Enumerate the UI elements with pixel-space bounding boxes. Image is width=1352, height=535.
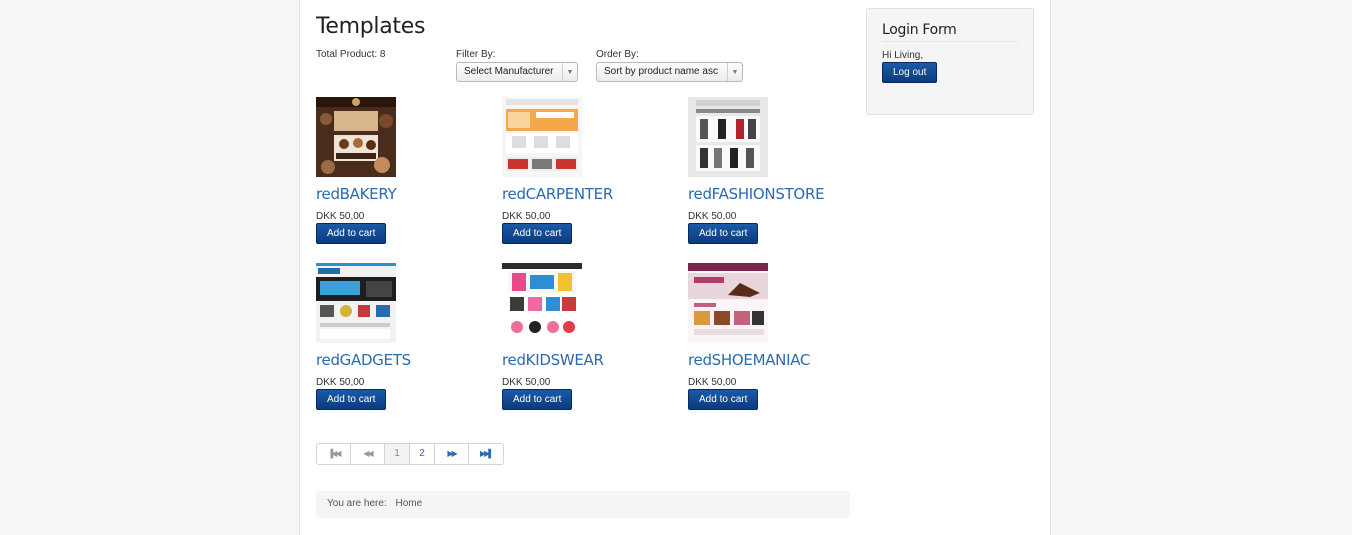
add-to-cart-button[interactable]: Add to cart: [316, 223, 387, 244]
page-1-current: 1: [385, 444, 410, 464]
product-image[interactable]: [688, 263, 768, 343]
add-to-cart-button[interactable]: Add to cart: [316, 389, 387, 410]
product-image[interactable]: [502, 263, 582, 343]
greeting-text: Hi Living,: [882, 50, 924, 61]
product-image[interactable]: [316, 263, 396, 343]
add-to-cart-button[interactable]: Add to cart: [688, 223, 759, 244]
product-name-link[interactable]: redSHOEMANIAC: [688, 351, 858, 369]
product-price: DKK 50,00: [316, 211, 365, 222]
total-products: Total Product: 8: [316, 49, 386, 60]
product-image[interactable]: [316, 97, 396, 177]
manufacturer-select-value: Select Manufacturer: [464, 66, 554, 77]
breadcrumb-home: Home: [395, 498, 423, 509]
logout-button[interactable]: Log out: [882, 62, 938, 83]
chevron-down-icon: ▼: [562, 63, 577, 81]
order-label: Order By:: [596, 49, 639, 60]
product-price: DKK 50,00: [502, 211, 551, 222]
product-name-link[interactable]: redGADGETS: [316, 351, 486, 369]
breadcrumb-prefix: You are here:: [327, 498, 387, 509]
product-item: redKIDSWEAR DKK 50,00 Add to cart: [502, 263, 672, 410]
manufacturer-select[interactable]: Select Manufacturer ▼: [456, 62, 578, 82]
product-item: redSHOEMANIAC DKK 50,00 Add to cart: [688, 263, 858, 410]
product-price: DKK 50,00: [688, 211, 737, 222]
product-name-link[interactable]: redCARPENTER: [502, 185, 672, 203]
filter-label: Filter By:: [456, 49, 496, 60]
product-item: redGADGETS DKK 50,00 Add to cart: [316, 263, 486, 410]
first-page-icon[interactable]: ▐◀◀: [317, 444, 351, 464]
order-select-value: Sort by product name asc: [604, 66, 718, 77]
previous-page-icon[interactable]: ◀◀: [351, 444, 385, 464]
add-to-cart-button[interactable]: Add to cart: [688, 389, 759, 410]
page-2-link[interactable]: 2: [410, 444, 435, 464]
login-form-title: Login Form: [882, 22, 1018, 42]
add-to-cart-button[interactable]: Add to cart: [502, 389, 573, 410]
chevron-down-icon: ▼: [727, 63, 742, 81]
page-title: Templates: [316, 14, 426, 39]
product-item: redFASHIONSTORE DKK 50,00 Add to cart: [688, 97, 858, 244]
pagination: ▐◀◀ ◀◀ 1 2 ▶▶ ▶▶▌: [316, 443, 504, 465]
product-image[interactable]: [502, 97, 582, 177]
product-item: redBAKERY DKK 50,00 Add to cart: [316, 97, 486, 244]
product-price: DKK 50,00: [316, 377, 365, 388]
next-page-icon[interactable]: ▶▶: [435, 444, 469, 464]
product-price: DKK 50,00: [502, 377, 551, 388]
product-name-link[interactable]: redBAKERY: [316, 185, 486, 203]
login-form-module: Login Form Hi Living, Log out: [866, 8, 1034, 115]
product-image[interactable]: [688, 97, 768, 177]
product-name-link[interactable]: redFASHIONSTORE: [688, 185, 858, 203]
product-price: DKK 50,00: [688, 377, 737, 388]
last-page-icon[interactable]: ▶▶▌: [469, 444, 503, 464]
product-item: redCARPENTER DKK 50,00 Add to cart: [502, 97, 672, 244]
breadcrumb: You are here: Home: [316, 491, 850, 518]
order-select[interactable]: Sort by product name asc ▼: [596, 62, 743, 82]
product-name-link[interactable]: redKIDSWEAR: [502, 351, 672, 369]
add-to-cart-button[interactable]: Add to cart: [502, 223, 573, 244]
